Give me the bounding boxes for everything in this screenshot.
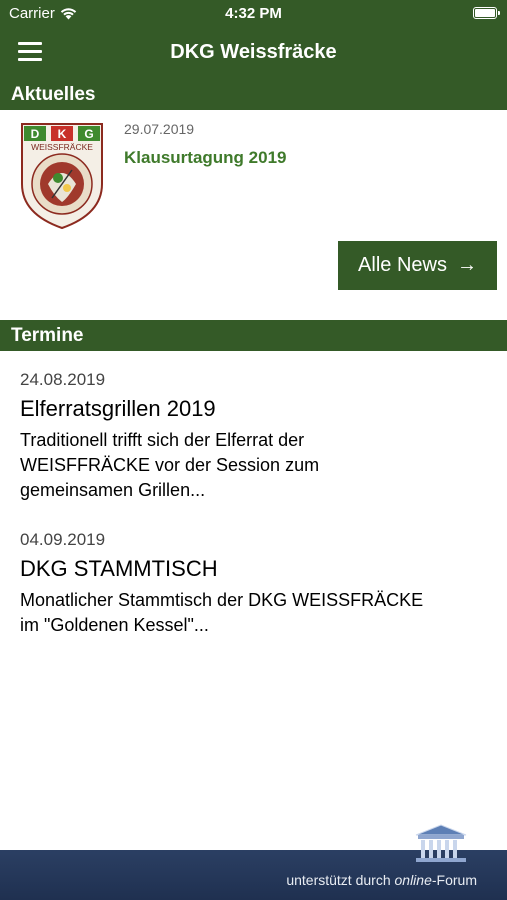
- svg-text:G: G: [84, 127, 93, 141]
- footer-banner[interactable]: unterstützt durch online-Forum: [0, 824, 507, 900]
- news-title[interactable]: Klausurtagung 2019: [124, 148, 287, 168]
- section-header-aktuelles: Aktuelles: [0, 78, 507, 110]
- all-news-button[interactable]: Alle News →: [338, 241, 497, 290]
- dkg-logo-icon: D K G WEISSFRÄCKE: [21, 123, 103, 230]
- svg-text:D: D: [31, 127, 40, 141]
- arrow-right-icon: →: [456, 254, 477, 276]
- all-news-label: Alle News: [358, 254, 447, 276]
- event-date: 04.09.2019: [20, 530, 106, 549]
- news-item[interactable]: D K G WEISSFRÄCKE 29.07.2019 Klausurtagu…: [0, 110, 507, 230]
- svg-text:WEISSFRÄCKE: WEISSFRÄCKE: [31, 142, 93, 152]
- event-item[interactable]: 24.08.2019 Elferratsgrillen 2019 Traditi…: [20, 370, 490, 503]
- footer-text-suffix: -Forum: [431, 872, 477, 888]
- footer-text-italic: online: [394, 872, 432, 888]
- footer-text-prefix: unterstützt durch: [286, 872, 395, 888]
- clock: 4:32 PM: [225, 5, 282, 22]
- footer-credit: unterstützt durch online-Forum: [286, 872, 477, 888]
- status-bar: Carrier 4:32 PM: [0, 0, 507, 28]
- news-date: 29.07.2019: [124, 121, 195, 137]
- temple-logo-icon: [415, 824, 467, 862]
- event-date: 24.08.2019: [20, 370, 106, 389]
- svg-text:K: K: [58, 127, 67, 141]
- navigation-bar: DKG Weissfräcke: [0, 28, 507, 78]
- event-item[interactable]: 04.09.2019 DKG STAMMTISCH Monatlicher St…: [20, 530, 490, 638]
- event-title: DKG STAMMTISCH: [20, 556, 218, 581]
- event-description: Monatlicher Stammtisch der DKG WEISSFRÄC…: [20, 590, 424, 635]
- event-description: Traditionell trifft sich der Elferrat de…: [20, 430, 320, 500]
- section-header-termine: Termine: [0, 320, 507, 351]
- page-title: DKG Weissfräcke: [170, 41, 337, 63]
- event-title: Elferratsgrillen 2019: [20, 396, 216, 421]
- battery-icon: [473, 7, 500, 19]
